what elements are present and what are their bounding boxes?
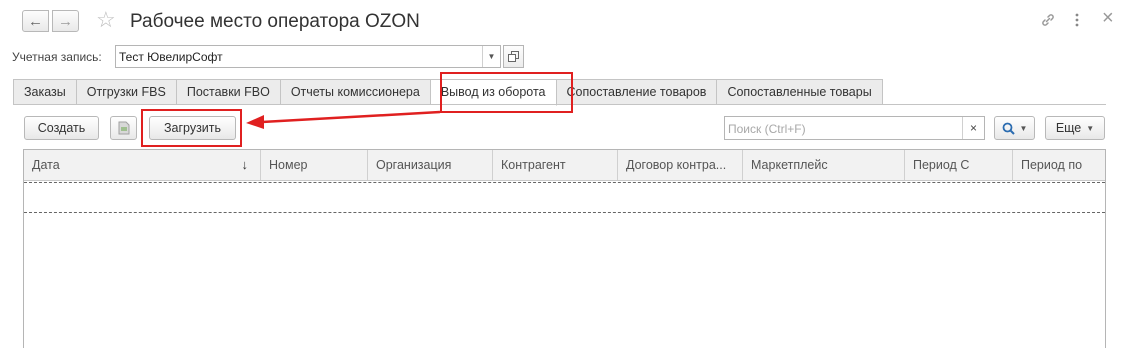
annotation-arrow-icon <box>246 110 441 129</box>
